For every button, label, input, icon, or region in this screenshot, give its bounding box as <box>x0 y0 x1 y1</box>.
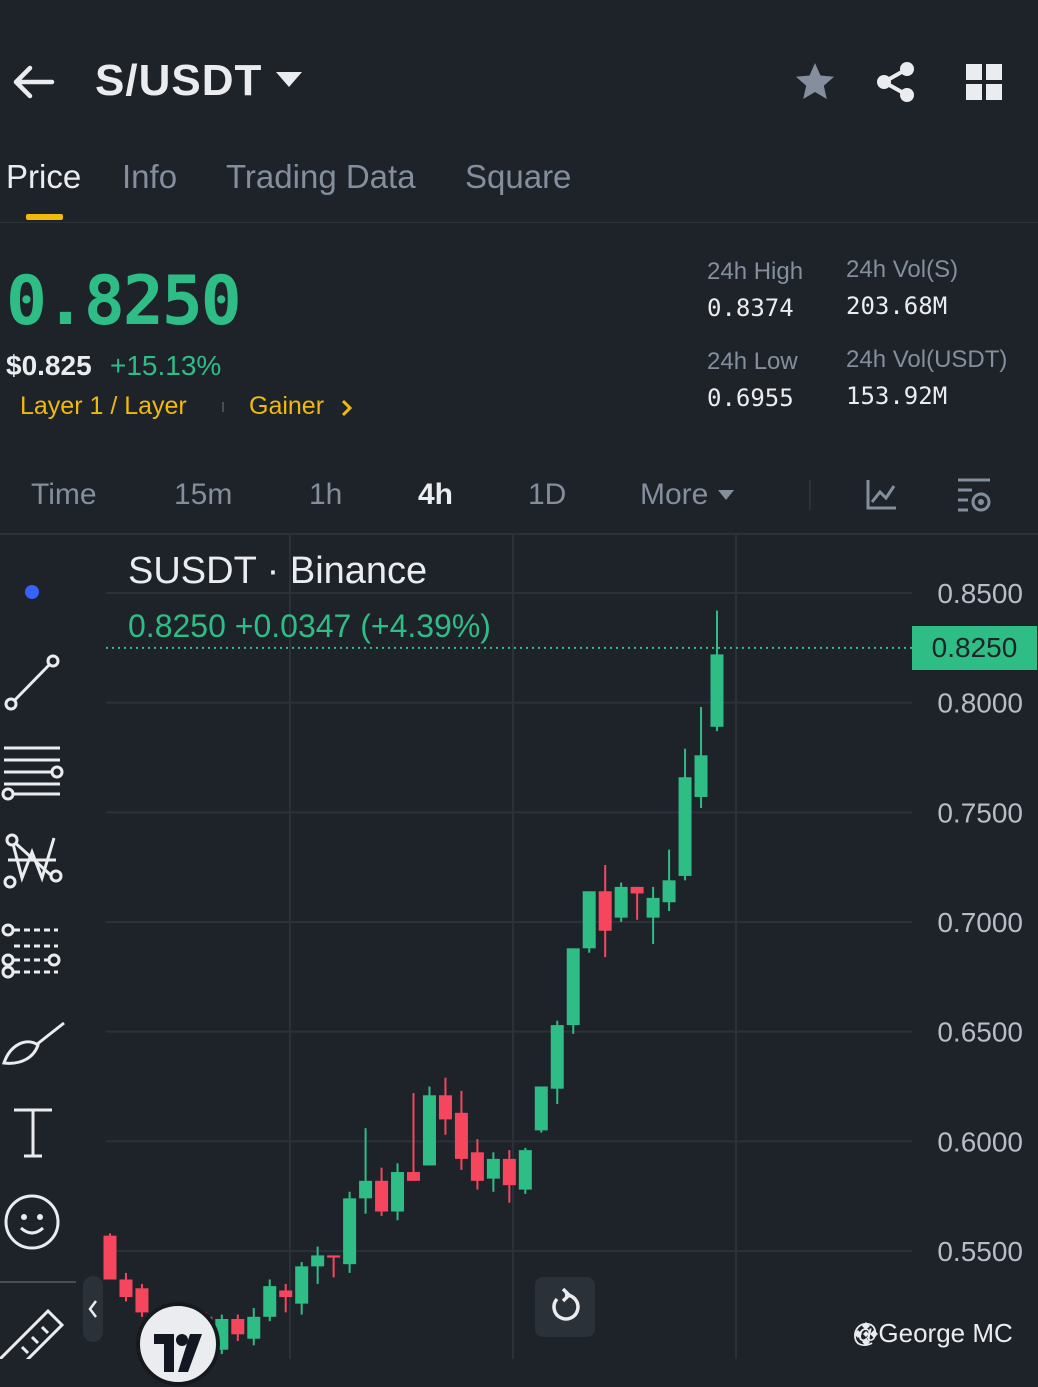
candle-up <box>710 654 724 727</box>
interval-4h[interactable]: 4h <box>418 478 453 512</box>
candle-down <box>231 1318 245 1335</box>
last-price: 0.8250 <box>6 262 242 341</box>
tab-trading-data[interactable]: Trading Data <box>226 158 416 196</box>
candle-up <box>247 1316 261 1339</box>
candle-down <box>279 1290 293 1298</box>
vol-quote-value: 153.92M <box>846 382 948 410</box>
candle-up <box>518 1150 532 1190</box>
tab-square[interactable]: Square <box>465 158 571 196</box>
y-axis-tick-label: 0.5500 <box>937 1236 1023 1267</box>
candle-up <box>582 891 596 949</box>
interval-separator <box>809 480 811 510</box>
tab-info[interactable]: Info <box>122 158 177 196</box>
interval-more[interactable]: More <box>640 478 708 512</box>
share-icon[interactable] <box>874 60 918 104</box>
pattern-tool-icon[interactable] <box>0 830 68 894</box>
tradingview-logo <box>136 1302 220 1386</box>
trend-line-icon[interactable] <box>0 650 68 714</box>
candle-down <box>630 886 644 894</box>
y-axis-tick-label: 0.8000 <box>937 688 1023 719</box>
brush-icon[interactable] <box>0 1015 68 1079</box>
candle-down <box>407 1172 420 1181</box>
vol-base-value: 203.68M <box>846 292 948 320</box>
collapse-toolbar-button[interactable] <box>83 1276 103 1342</box>
y-axis-tick-label: 0.6500 <box>937 1017 1023 1048</box>
candle-up <box>550 1025 564 1089</box>
interval-15m[interactable]: 15m <box>174 478 232 512</box>
interval-time[interactable]: Time <box>31 478 97 512</box>
candle-down <box>119 1279 133 1298</box>
chevron-right-icon[interactable] <box>340 398 354 418</box>
candlestick-chart[interactable]: 0.8500 0.8000 0.7500 0.7000 0.6500 0.6000 0.55… <box>0 535 1038 1359</box>
candle-up <box>486 1158 500 1179</box>
chevron-left-icon <box>88 1300 97 1318</box>
high-label: 24h High <box>707 258 804 285</box>
candle-up <box>534 1086 548 1131</box>
interval-1d[interactable]: 1D <box>528 478 566 512</box>
candle-down <box>470 1152 484 1181</box>
vol-base-label: 24h Vol(S) <box>846 256 959 283</box>
candle-down <box>103 1235 117 1280</box>
high-value: 0.8374 <box>707 294 794 322</box>
category-tag[interactable]: Layer 1 / Layer <box>20 392 187 421</box>
candle-up <box>694 755 708 797</box>
more-dropdown-icon[interactable] <box>718 490 734 500</box>
tag-separator <box>222 402 224 412</box>
text-tool-icon[interactable] <box>0 1104 68 1164</box>
fib-retracement-icon[interactable] <box>0 920 68 984</box>
candle-up <box>311 1255 325 1267</box>
pair-title[interactable]: S/USDT <box>95 56 262 106</box>
candle-up <box>359 1180 373 1199</box>
candle-up <box>263 1286 277 1317</box>
grid-layout-icon[interactable] <box>964 62 1004 102</box>
indicators-icon[interactable] <box>864 478 900 512</box>
reset-chart-button[interactable] <box>535 1277 595 1337</box>
candle-down <box>502 1158 516 1186</box>
back-arrow-icon[interactable] <box>10 58 62 106</box>
candle-down <box>454 1112 468 1159</box>
favorite-star-icon[interactable] <box>793 60 837 104</box>
current-price-label: 0.8250 <box>912 626 1037 670</box>
chart-legend-values: 0.8250 +0.0347 (+4.39%) <box>128 608 491 644</box>
candle-down <box>375 1180 389 1212</box>
crosshair-dot-icon[interactable] <box>0 580 68 604</box>
candle-up <box>566 948 580 1026</box>
candle-up <box>343 1198 357 1265</box>
ruler-icon[interactable] <box>0 1305 68 1359</box>
candle-up <box>422 1095 436 1166</box>
chart-settings-icon[interactable] <box>954 476 994 514</box>
pair-dropdown-icon[interactable] <box>276 72 302 87</box>
emoji-icon[interactable] <box>0 1192 68 1252</box>
candle-up <box>391 1172 405 1212</box>
gainer-tag[interactable]: Gainer <box>249 392 324 421</box>
price-change-percent: +15.13% <box>110 350 222 381</box>
usd-price: $0.825 <box>6 350 92 381</box>
low-value: 0.6955 <box>707 384 794 412</box>
interval-1h[interactable]: 1h <box>309 478 342 512</box>
candle-up <box>662 880 676 903</box>
reset-rotate-icon <box>552 1287 580 1321</box>
binance-logo-icon <box>854 1322 878 1346</box>
y-axis-tick-label: 0.7500 <box>937 797 1023 828</box>
chart-legend-title: SUSDT · Binance <box>128 550 428 592</box>
candle-up <box>678 777 692 876</box>
candle-up <box>646 897 660 918</box>
low-label: 24h Low <box>707 348 798 375</box>
vol-quote-label: 24h Vol(USDT) <box>846 346 1008 373</box>
candle-down <box>327 1255 341 1258</box>
candle-up <box>295 1266 309 1304</box>
active-tab-indicator <box>26 214 63 220</box>
tab-price[interactable]: Price <box>6 158 81 196</box>
tradingview-logo-icon <box>154 1334 202 1372</box>
toolbar-divider <box>0 1281 76 1283</box>
y-axis-tick-label: 0.7000 <box>937 907 1023 938</box>
tabs-divider <box>0 222 1038 223</box>
horizontal-lines-icon[interactable] <box>0 740 68 804</box>
y-axis-tick-label: 0.6000 <box>937 1126 1023 1157</box>
candle-down <box>598 891 612 931</box>
candle-down <box>438 1095 452 1120</box>
candle-up <box>614 886 628 918</box>
y-axis-tick-label: 0.8500 <box>937 578 1023 609</box>
